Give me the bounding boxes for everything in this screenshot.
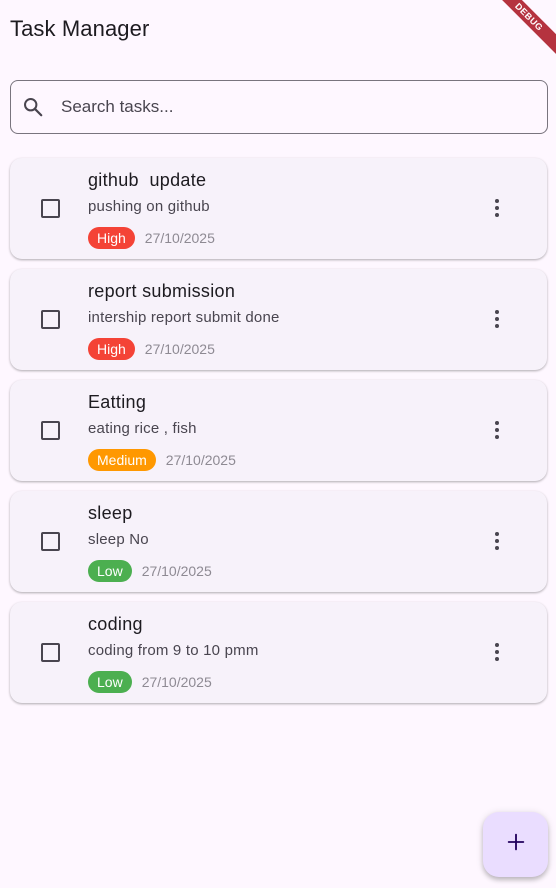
app-screen: Task Manager DEBUG github update pushing… <box>0 0 556 888</box>
task-description: eating rice , fish <box>88 420 197 437</box>
task-title: coding <box>88 614 143 634</box>
task-meta: Low 27/10/2025 <box>88 671 212 693</box>
task-title: Eatting <box>88 392 147 412</box>
task-meta: High 27/10/2025 <box>88 338 215 360</box>
search-input[interactable] <box>61 87 547 127</box>
more-options-button[interactable] <box>485 640 509 664</box>
priority-badge: High <box>88 227 135 249</box>
task-meta: Low 27/10/2025 <box>88 560 212 582</box>
task-date: 27/10/2025 <box>141 674 212 690</box>
task-card[interactable]: report submission intership report submi… <box>10 269 547 370</box>
task-title: github update <box>88 170 207 190</box>
more-vert-icon <box>495 532 499 536</box>
plus-icon <box>505 831 527 858</box>
task-date: 27/10/2025 <box>144 341 215 357</box>
search-field[interactable] <box>10 80 548 134</box>
task-date: 27/10/2025 <box>144 230 215 246</box>
more-vert-icon <box>495 421 499 425</box>
task-meta: High 27/10/2025 <box>88 227 215 249</box>
more-options-button[interactable] <box>485 307 509 331</box>
task-card[interactable]: sleep sleep No Low 27/10/2025 <box>10 491 547 592</box>
priority-badge: Medium <box>88 449 156 471</box>
more-options-button[interactable] <box>485 418 509 442</box>
task-meta: Medium 27/10/2025 <box>88 449 236 471</box>
task-description: coding from 9 to 10 pmm <box>88 642 259 659</box>
more-vert-icon <box>495 310 499 314</box>
more-options-button[interactable] <box>485 529 509 553</box>
task-checkbox[interactable] <box>41 643 60 662</box>
task-description: pushing on github <box>88 198 210 215</box>
page-title: Task Manager <box>10 16 150 41</box>
task-title: report submission <box>88 281 236 301</box>
task-checkbox[interactable] <box>41 310 60 329</box>
task-list: github update pushing on github High 27/… <box>10 158 547 713</box>
task-date: 27/10/2025 <box>141 563 212 579</box>
task-card[interactable]: coding coding from 9 to 10 pmm Low 27/10… <box>10 602 547 703</box>
task-checkbox[interactable] <box>41 199 60 218</box>
app-bar: Task Manager <box>0 0 556 62</box>
task-description: sleep No <box>88 531 149 548</box>
more-vert-icon <box>495 199 499 203</box>
task-description: intership report submit done <box>88 309 280 326</box>
priority-badge: High <box>88 338 135 360</box>
more-vert-icon <box>495 643 499 647</box>
task-title: sleep <box>88 503 133 523</box>
task-card[interactable]: github update pushing on github High 27/… <box>10 158 547 259</box>
search-icon <box>21 95 45 119</box>
add-task-button[interactable] <box>483 812 548 877</box>
task-date: 27/10/2025 <box>165 452 236 468</box>
task-card[interactable]: Eatting eating rice , fish Medium 27/10/… <box>10 380 547 481</box>
more-options-button[interactable] <box>485 196 509 220</box>
task-checkbox[interactable] <box>41 532 60 551</box>
priority-badge: Low <box>88 671 132 693</box>
task-checkbox[interactable] <box>41 421 60 440</box>
priority-badge: Low <box>88 560 132 582</box>
